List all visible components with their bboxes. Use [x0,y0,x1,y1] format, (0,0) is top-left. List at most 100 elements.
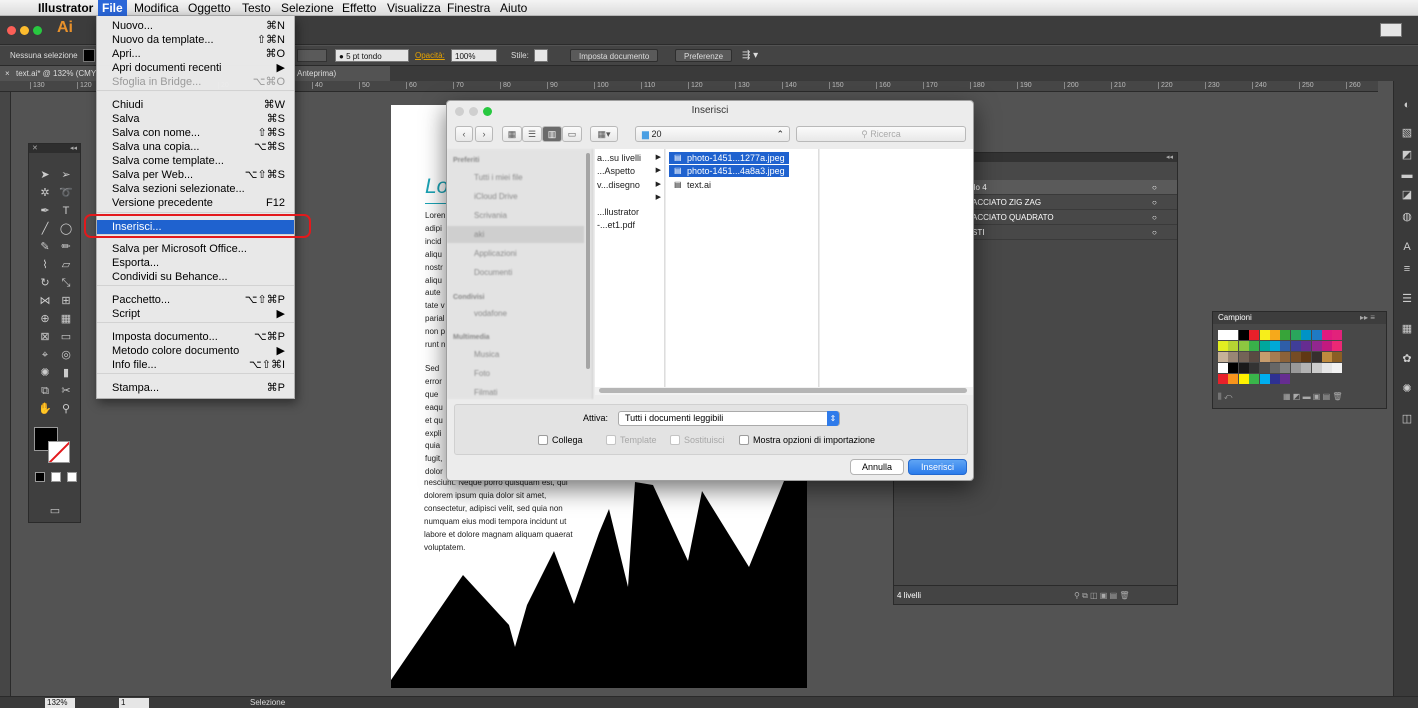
pencil-tool-icon[interactable]: ✏ [58,240,74,254]
sidebar-item[interactable]: Documenti [459,267,512,279]
file-menu-item[interactable]: Nuovo... ⌘N [97,19,294,33]
swatch[interactable] [1332,363,1343,373]
menu-selezione[interactable]: Selezione [277,0,338,16]
zoom-tool-icon[interactable]: ⚲ [58,402,74,416]
color-panel-icon[interactable]: ◐ [1401,99,1413,111]
swatch[interactable] [1270,352,1280,362]
file-menu-item[interactable]: Info file... ⌥⇧⌘I [97,358,294,372]
swatch[interactable] [1311,363,1322,373]
blend-tool-icon[interactable]: ◎ [58,348,74,362]
file-item[interactable]: ▤ photo-1451...1277a.jpeg [669,152,789,164]
stroke-color-box[interactable] [48,441,70,463]
swatch[interactable] [1290,330,1301,340]
sidebar-item[interactable]: Filmati [459,387,498,399]
show-import-options-checkbox[interactable] [739,435,749,445]
file-menu-item[interactable]: Salva ⌘S [97,112,294,126]
swatch[interactable] [1301,352,1312,362]
blob-brush-tool-icon[interactable]: ⌇ [37,258,53,272]
sidebar-item[interactable]: Applicazioni [459,248,517,260]
menu-testo[interactable]: Testo [238,0,275,16]
swatch[interactable] [1259,352,1270,362]
file-menu-item[interactable]: Salva sezioni selezionate... [97,182,294,196]
swatch[interactable] [1322,341,1332,351]
brushes-panel-icon[interactable]: ✿ [1401,353,1413,365]
folder-item[interactable]: ...llustrator [597,206,663,218]
artboard-tool-icon[interactable]: ⧉ [37,384,53,398]
file-menu-item[interactable]: Imposta documento... ⌥⌘P [97,330,294,344]
column-view-button[interactable]: ▥ [542,126,562,142]
link-checkbox[interactable] [538,435,548,445]
swatch[interactable] [1322,352,1332,362]
swatch[interactable] [1332,330,1343,340]
swatch[interactable] [1280,330,1291,340]
paintbrush-tool-icon[interactable]: ✎ [37,240,53,254]
perspective-grid-tool-icon[interactable]: ▦ [58,312,74,326]
enable-select[interactable]: Tutti i documenti leggibili ⇕ [618,411,840,426]
column-graph-tool-icon[interactable]: ▮ [58,366,74,380]
zoom-field[interactable]: 132% [45,698,75,708]
stroke-panel-icon[interactable]: ◩ [1401,149,1413,161]
align-panel-icon[interactable]: ☰ [1401,293,1413,305]
pen-tool-icon[interactable]: ✒ [37,204,53,218]
paragraph-panel-icon[interactable]: ≡ [1401,263,1413,275]
file-menu-item[interactable]: Stampa... ⌘P [97,381,294,395]
file-menu-item[interactable]: Salva come template... [97,154,294,168]
sidebar-item[interactable]: vodafone [459,308,507,320]
tab-close-icon[interactable]: × [5,69,10,78]
sidebar-item[interactable]: Foto [459,368,490,380]
menu-visualizza[interactable]: Visualizza [383,0,445,16]
sidebar-item[interactable]: Tutti i miei file [459,172,523,184]
swatch[interactable] [1259,341,1270,351]
file-menu-item[interactable]: Salva una copia... ⌥⌘S [97,140,294,154]
swatch[interactable] [1238,374,1249,384]
dialog-minimize-button[interactable] [469,107,478,116]
ellipse-tool-icon[interactable]: ◯ [58,222,74,236]
file-item[interactable]: ▤ text.ai [669,179,715,191]
layers-panel-icon[interactable]: ◫ [1401,413,1413,425]
swatch[interactable] [1249,330,1260,340]
cancel-button[interactable]: Annulla [850,459,904,475]
swatch[interactable] [1290,363,1301,373]
arrange-button[interactable]: ▦▾ [590,126,618,142]
file-menu-item[interactable]: Versione precedente F12 [97,196,294,210]
gradient-mode-button[interactable] [51,472,61,482]
style-swatch[interactable] [534,49,548,62]
menu-finestra[interactable]: Finestra [443,0,494,16]
eyedropper-tool-icon[interactable]: ⌖ [37,348,53,362]
color-guide-icon[interactable]: ▧ [1401,127,1413,139]
file-menu-item[interactable]: Esporta... [97,256,294,270]
swatch-footer-icons[interactable]: ▦ ◩ ▬ ▣ ▤ 🗑 [1283,392,1343,401]
swatch[interactable] [1270,374,1280,384]
swatch[interactable] [1218,341,1228,351]
folder-item[interactable]: -...et1.pdf [597,219,663,231]
swatch[interactable] [1228,374,1239,384]
gradient-tool-icon[interactable]: ▭ [58,330,74,344]
swatch[interactable] [1259,330,1270,340]
dialog-zoom-button[interactable] [483,107,492,116]
sidebar-item[interactable]: Scrivania [459,210,507,222]
swatch[interactable] [1290,341,1301,351]
menu-oggetto[interactable]: Oggetto [184,0,235,16]
swatch-library-icon[interactable]: ⫼ ⤺ [1218,392,1232,402]
magic-wand-tool-icon[interactable]: ✲ [37,186,53,200]
swatch[interactable] [1322,363,1332,373]
file-menu-item[interactable]: Apri documenti recenti ▶ [97,61,294,75]
swatch[interactable] [1311,352,1322,362]
file-menu-item[interactable]: Apri... ⌘O [97,47,294,61]
swatch[interactable] [1218,363,1228,373]
swatch[interactable] [1228,352,1239,362]
swatch[interactable] [1280,341,1291,351]
swatch[interactable] [1238,330,1249,340]
swatch[interactable] [1332,352,1343,362]
swatch[interactable] [1238,341,1249,351]
sidebar-item[interactable]: aki [459,229,484,241]
template-checkbox[interactable] [606,435,616,445]
color-mode-button[interactable] [35,472,45,482]
opacity-label[interactable]: Opacità: [415,49,445,62]
swatch[interactable] [1301,341,1312,351]
line-tool-icon[interactable]: ╱ [37,222,53,236]
direct-selection-tool-icon[interactable]: ➢ [58,168,74,182]
swatch[interactable] [1218,352,1228,362]
menu-aiuto[interactable]: Aiuto [496,0,531,16]
file-menu-item[interactable]: Salva per Microsoft Office... [97,242,294,256]
